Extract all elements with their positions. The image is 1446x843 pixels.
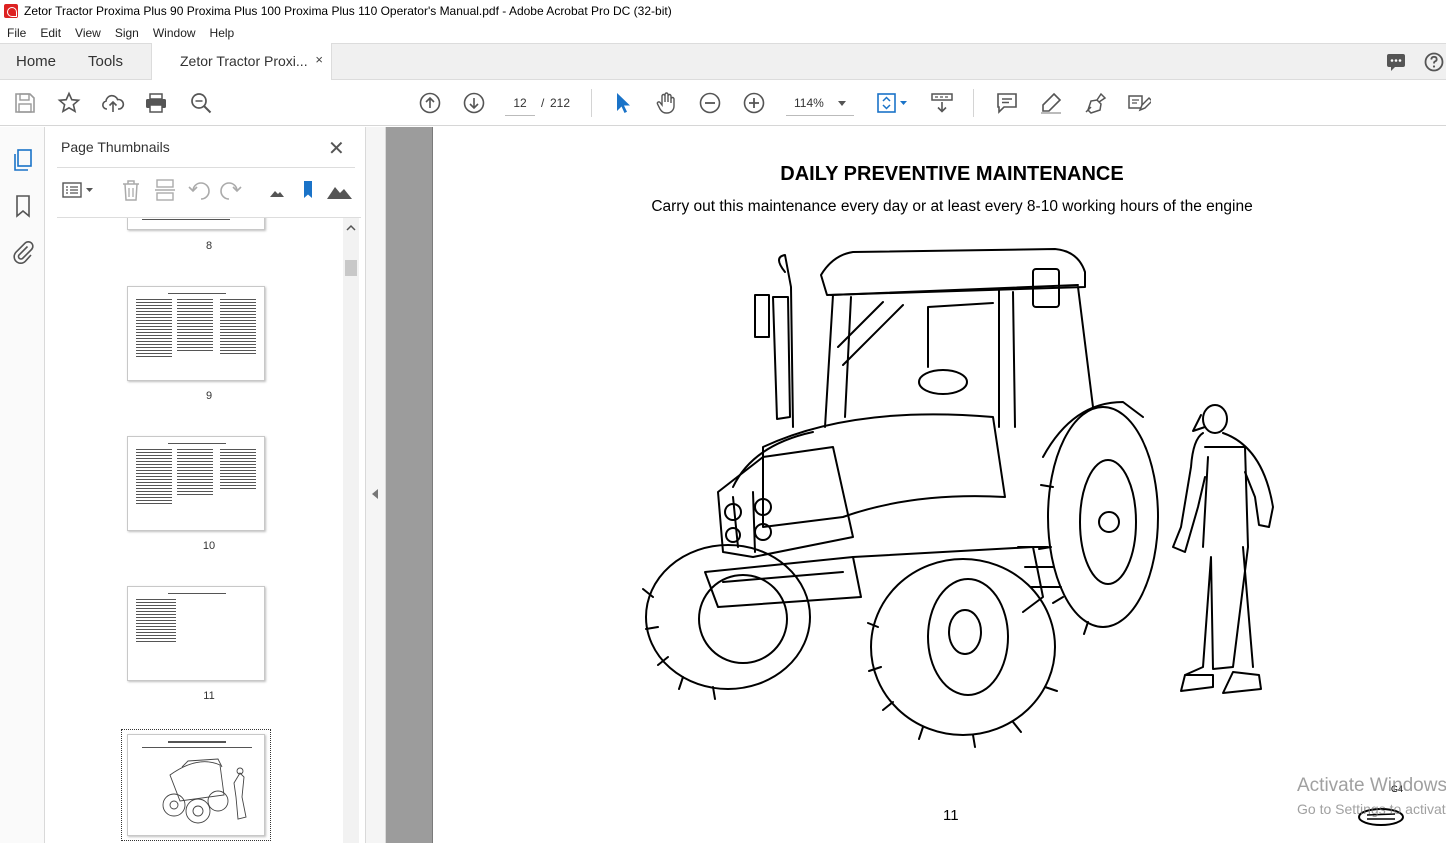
- activation-watermark-hint: Go to Settings to activate Windows.: [1297, 801, 1446, 817]
- toolbar-divider: [591, 89, 592, 117]
- tab-tools[interactable]: Tools: [88, 53, 123, 70]
- thumbnail-label: 9: [205, 390, 213, 402]
- sign-pen-icon[interactable]: [1083, 91, 1107, 115]
- tab-home[interactable]: Home: [16, 53, 56, 70]
- insert-page-icon[interactable]: [153, 178, 177, 202]
- help-icon[interactable]: [1424, 52, 1444, 72]
- menu-help[interactable]: Help: [203, 26, 242, 40]
- enlarge-thumbnails-icon[interactable]: [325, 178, 353, 202]
- thumbnail-tractor-illustration: [162, 758, 247, 824]
- delete-page-icon[interactable]: [119, 178, 143, 202]
- panel-toolbar: [57, 167, 355, 213]
- reduce-thumbnails-icon[interactable]: [265, 178, 289, 202]
- page-number-input[interactable]: [505, 90, 535, 116]
- menu-bar: File Edit View Sign Window Help: [0, 22, 1446, 43]
- panel-close-button[interactable]: ✕: [328, 136, 345, 161]
- edit-stamp-icon[interactable]: [1127, 91, 1154, 115]
- left-rail: [0, 127, 45, 843]
- menu-sign[interactable]: Sign: [108, 26, 146, 40]
- tractor-illustration: [642, 248, 1274, 748]
- zoom-select[interactable]: 114%: [786, 90, 854, 116]
- rotate-right-icon[interactable]: [220, 178, 244, 202]
- select-cursor-icon[interactable]: [610, 91, 634, 115]
- fit-page-icon[interactable]: [875, 91, 909, 115]
- thumbnails-list: 8 9 10 11: [57, 217, 361, 843]
- menu-view[interactable]: View: [68, 26, 108, 40]
- thumbnails-scrollbar[interactable]: [343, 218, 359, 843]
- collapse-arrow-icon[interactable]: [372, 489, 378, 499]
- thumbnails-panel: Page Thumbnails ✕ 8 9 10 11: [45, 127, 366, 843]
- comment-tool-icon[interactable]: [995, 91, 1019, 115]
- chevron-down-icon: [838, 101, 846, 106]
- title-bar: Zetor Tractor Proxima Plus 90 Proxima Pl…: [0, 0, 1446, 22]
- panel-collapse-strip[interactable]: [366, 127, 386, 843]
- page-number-footer: 11: [943, 807, 959, 824]
- toolbar-divider: [973, 89, 974, 117]
- thumbnail-page[interactable]: [127, 218, 265, 230]
- scroll-mode-icon[interactable]: [930, 91, 954, 115]
- window-title: Zetor Tractor Proxima Plus 90 Proxima Pl…: [24, 4, 672, 18]
- tab-close-button[interactable]: ×: [315, 52, 323, 67]
- thumbnail-label: 11: [203, 690, 215, 702]
- menu-window[interactable]: Window: [146, 26, 203, 40]
- activation-watermark-title: Activate Windows: [1297, 775, 1446, 796]
- page-separator: /: [541, 96, 545, 110]
- highlight-pen-icon[interactable]: [1039, 91, 1063, 115]
- zoom-search-icon[interactable]: [189, 91, 213, 115]
- document-page[interactable]: DAILY PREVENTIVE MAINTENANCE Carry out t…: [432, 127, 1446, 843]
- previous-page-icon[interactable]: [418, 91, 442, 115]
- scrollbar-thumb[interactable]: [345, 260, 357, 276]
- main-toolbar: [0, 80, 1446, 126]
- tab-document-label: Zetor Tractor Proxi...: [180, 53, 308, 69]
- hand-tool-icon[interactable]: [654, 91, 678, 115]
- thumbnail-page[interactable]: [127, 436, 265, 531]
- menu-edit[interactable]: Edit: [33, 26, 68, 40]
- rotate-left-icon[interactable]: [186, 178, 210, 202]
- bookmarks-icon[interactable]: [11, 194, 35, 218]
- page-total: 212: [550, 96, 571, 110]
- menu-file[interactable]: File: [0, 26, 33, 40]
- tab-bar: Home Tools Zetor Tractor Proxi... ×: [0, 43, 1446, 80]
- save-icon[interactable]: [13, 91, 37, 115]
- panel-title: Page Thumbnails: [61, 139, 170, 155]
- next-page-icon[interactable]: [462, 91, 486, 115]
- comment-icon[interactable]: [1386, 52, 1406, 72]
- zoom-out-icon[interactable]: [698, 91, 722, 115]
- options-menu-icon[interactable]: [61, 178, 95, 202]
- bookmark-marker-icon[interactable]: [296, 178, 320, 202]
- thumbnail-label: 8: [205, 240, 213, 252]
- tab-document[interactable]: Zetor Tractor Proxi... ×: [151, 43, 332, 80]
- page-thumbnails-icon[interactable]: [11, 148, 35, 172]
- zoom-value: 114%: [794, 96, 824, 110]
- acrobat-icon: [4, 4, 18, 18]
- attachments-icon[interactable]: [11, 240, 35, 264]
- bookmark-star-icon[interactable]: [57, 91, 81, 115]
- print-icon[interactable]: [144, 91, 168, 115]
- thumbnail-page[interactable]: [127, 586, 265, 681]
- upload-cloud-icon[interactable]: [101, 91, 125, 115]
- zoom-in-icon[interactable]: [742, 91, 766, 115]
- thumbnail-label: 10: [202, 540, 216, 552]
- thumbnail-page[interactable]: [127, 286, 265, 381]
- scroll-up-icon[interactable]: [343, 220, 359, 236]
- thumbnail-page-selected[interactable]: [127, 734, 265, 836]
